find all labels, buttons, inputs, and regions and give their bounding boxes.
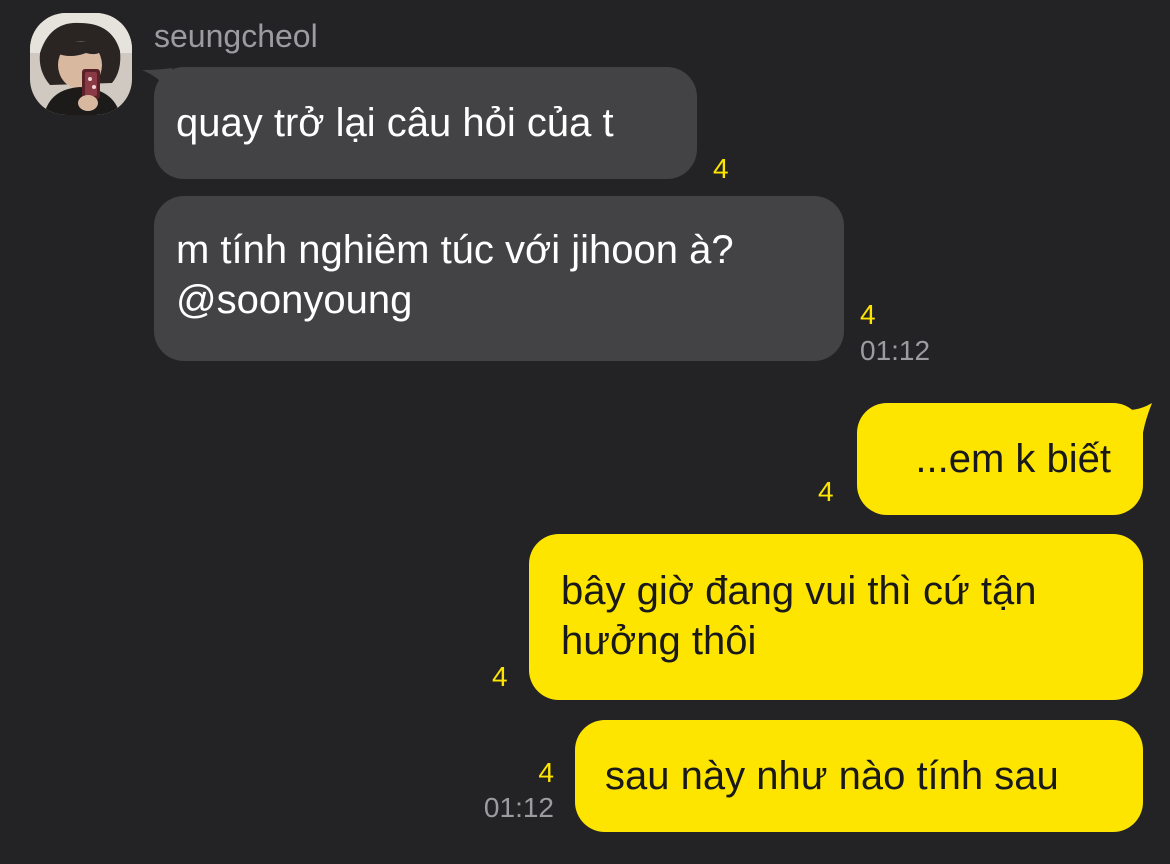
sender-name[interactable]: seungcheol [154,16,318,56]
unread-count: 4 [538,757,554,788]
message-text-line: hưởng thôi [561,619,757,663]
avatar[interactable] [30,13,132,115]
message-text: sau này như nào tính sau [605,754,1059,798]
message-text-line: bây giờ đang vui thì cứ tận [561,569,1037,613]
message-text-line: m tính nghiêm túc với jihoon à? [176,228,734,272]
outgoing-message-bubble[interactable]: sau này như nào tính sau [575,720,1143,832]
avatar-photo-icon [30,13,132,115]
chat-room: seungcheol quay trở lại câu hỏi của t 4 … [0,0,1170,864]
incoming-message-bubble[interactable]: m tính nghiêm túc với jihoon à? @soonyou… [154,196,844,361]
message-text: ...em k biết [915,437,1111,481]
unread-count: 4 [818,476,834,507]
message-text-line: @soonyoung [176,278,413,322]
message-timestamp: 01:12 [483,792,554,823]
outgoing-message-bubble[interactable]: bây giờ đang vui thì cứ tận hưởng thôi [529,534,1143,700]
outgoing-message-bubble[interactable]: ...em k biết [857,403,1143,515]
unread-count: 4 [492,661,508,692]
unread-count: 4 [713,153,729,184]
message-text: quay trở lại câu hỏi của t [176,101,614,145]
unread-count: 4 [860,299,876,330]
incoming-message-bubble[interactable]: quay trở lại câu hỏi của t [154,67,697,179]
message-timestamp: 01:12 [860,335,931,366]
